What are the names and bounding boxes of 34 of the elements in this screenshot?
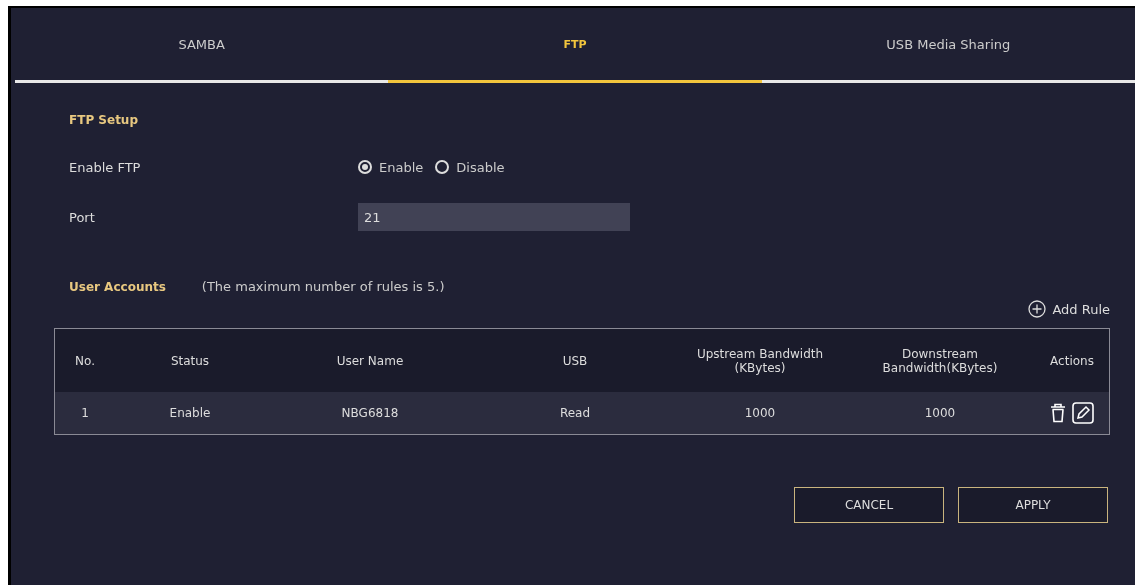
tab[interactable]: USB Media Sharing <box>761 8 1135 83</box>
column-header: Actions <box>1049 353 1095 368</box>
field-label: Port <box>69 209 96 225</box>
add-rule-button[interactable]: Add Rule <box>1028 300 1110 318</box>
radio-option[interactable]: Disable <box>435 159 505 175</box>
table-cell-text: 1000 <box>923 406 957 420</box>
field-label: Enable FTP <box>69 159 142 175</box>
tab[interactable]: SAMBA <box>15 8 389 83</box>
column-header: Upstream Bandwidth (KBytes) <box>695 346 825 375</box>
column-header: USB <box>561 353 589 368</box>
edit-icon[interactable] <box>1072 402 1094 424</box>
table-cell-text: 1000 <box>743 406 777 420</box>
table-cell-text: NBG6818 <box>340 406 400 420</box>
column-header: Status <box>169 353 211 368</box>
note-text: (The maximum number of rules is 5.) <box>201 279 445 294</box>
tab[interactable]: FTP <box>388 8 762 83</box>
trash-icon[interactable] <box>1050 403 1066 423</box>
radio-option[interactable]: Enable <box>358 159 424 175</box>
column-header: Downstream Bandwidth(KBytes) <box>881 346 999 375</box>
radio-label: Enable <box>379 159 424 175</box>
radio-icon[interactable] <box>358 160 372 174</box>
action-button[interactable]: CANCEL <box>794 487 944 523</box>
plus-circle-icon <box>1028 300 1047 318</box>
section-title: FTP Setup <box>69 113 139 127</box>
column-header: User Name <box>335 353 405 368</box>
port-input[interactable]: 21 <box>358 203 630 231</box>
table-cell-text: Enable <box>168 406 212 420</box>
column-header: No. <box>74 353 96 368</box>
action-button[interactable]: APPLY <box>958 487 1108 523</box>
radio-label: Disable <box>456 159 505 175</box>
table-cell-text: Read <box>558 406 592 420</box>
radio-icon[interactable] <box>435 160 450 174</box>
section-title: User Accounts <box>69 279 166 294</box>
table-cell-text: 1 <box>80 406 90 420</box>
